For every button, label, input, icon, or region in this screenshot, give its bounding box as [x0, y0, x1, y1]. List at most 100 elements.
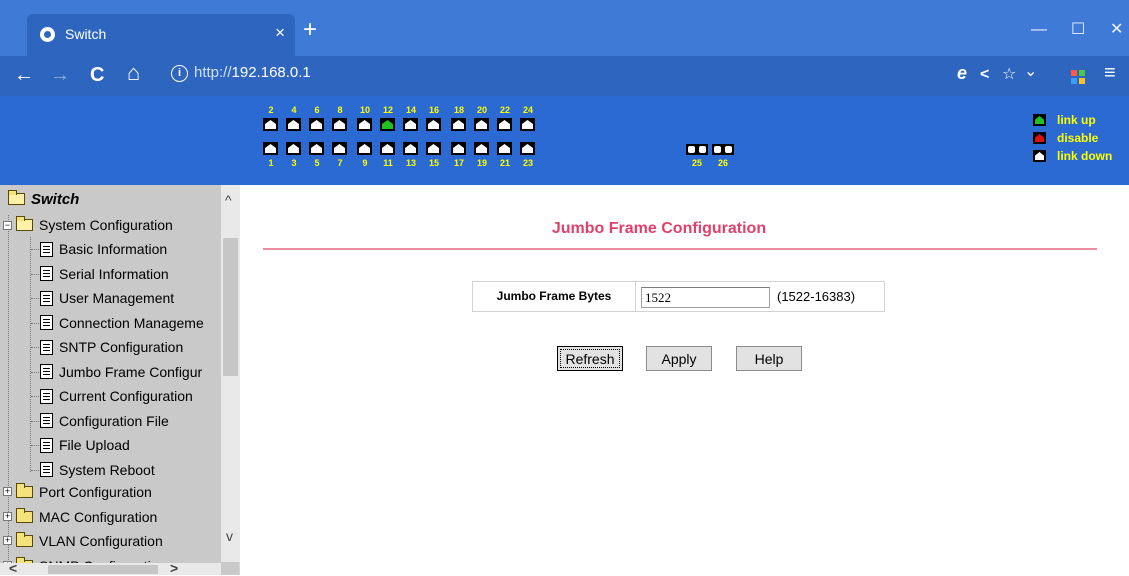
port-13-icon[interactable] — [403, 142, 418, 155]
legend-label: link up — [1057, 113, 1096, 127]
port-11-icon[interactable] — [380, 142, 395, 155]
tree-root[interactable]: Switch — [8, 187, 79, 211]
new-tab-button[interactable]: + — [303, 18, 317, 42]
tab-close-icon[interactable]: × — [275, 23, 285, 43]
port-number-label: 15 — [428, 158, 439, 168]
tree-folder-label: MAC Configuration — [39, 509, 158, 525]
jumbo-frame-form: Jumbo Frame Bytes (1522-16383) — [472, 281, 885, 312]
port-2-icon[interactable] — [263, 118, 278, 131]
scroll-right-icon[interactable]: > — [170, 561, 178, 575]
port-number-label: 6 — [314, 105, 320, 115]
url-field[interactable]: i http://192.168.0.1 — [163, 61, 946, 89]
port-1-icon[interactable] — [263, 142, 278, 155]
combo-port-25-icon[interactable] — [686, 144, 697, 155]
port-4-icon[interactable] — [286, 118, 301, 131]
port-23-icon[interactable] — [520, 142, 535, 155]
tree-item-label: Jumbo Frame Configur — [59, 363, 203, 380]
minimize-button[interactable]: — — [1031, 22, 1047, 38]
tree-item[interactable]: User Management — [40, 286, 174, 310]
folder-open-icon — [16, 216, 33, 231]
combo-port-26-icon[interactable] — [712, 144, 723, 155]
expand-icon[interactable]: + — [3, 487, 12, 496]
back-button[interactable]: ← — [14, 65, 34, 85]
tree-item[interactable]: Serial Information — [40, 262, 169, 286]
tree-folder-label: VLAN Configuration — [39, 533, 163, 549]
port-6-icon[interactable] — [309, 118, 324, 131]
port-12-icon[interactable] — [380, 118, 395, 131]
port-number-label: 14 — [405, 105, 416, 115]
tab-title: Switch — [65, 26, 107, 42]
ie-mode-icon[interactable]: e — [957, 64, 967, 82]
port-19-icon[interactable] — [474, 142, 489, 155]
dropdown-icon[interactable]: ⌄ — [1024, 63, 1037, 81]
port-17-icon[interactable] — [451, 142, 466, 155]
tree-folder-system[interactable]: System Configuration — [16, 213, 173, 237]
star-icon[interactable]: ☆ — [1002, 66, 1016, 84]
tree-folder-label: Port Configuration — [39, 484, 152, 500]
scroll-thumb[interactable] — [48, 565, 158, 574]
combo-port-25-icon[interactable] — [697, 144, 708, 155]
apply-button[interactable]: Apply — [646, 346, 712, 371]
port-3-icon[interactable] — [286, 142, 301, 155]
port-8-icon[interactable] — [332, 118, 347, 131]
extensions-icon[interactable] — [1071, 70, 1085, 84]
tree-item[interactable]: Configuration File — [40, 409, 169, 433]
sidebar-horizontal-scrollbar[interactable]: < > — [0, 561, 221, 575]
reload-button[interactable]: C — [90, 65, 104, 85]
scroll-up-icon[interactable]: ^ — [225, 193, 232, 207]
tree-item[interactable]: Jumbo Frame Configur — [40, 360, 202, 384]
close-window-button[interactable]: ✕ — [1110, 22, 1123, 38]
folder-icon — [16, 532, 33, 547]
folder-icon — [16, 483, 33, 498]
info-icon[interactable]: i — [171, 65, 188, 82]
tree-folder-port[interactable]: Port Configuration — [16, 480, 152, 504]
jumbo-frame-bytes-label: Jumbo Frame Bytes — [473, 282, 636, 311]
port-9-icon[interactable] — [357, 142, 372, 155]
port-5-icon[interactable] — [309, 142, 324, 155]
menu-icon[interactable]: ≡ — [1104, 63, 1116, 83]
expand-icon[interactable]: + — [3, 512, 12, 521]
refresh-button[interactable]: Refresh — [557, 346, 623, 371]
scroll-left-icon[interactable]: < — [9, 561, 17, 575]
jumbo-frame-bytes-input[interactable] — [641, 287, 770, 308]
maximize-button[interactable]: ☐ — [1071, 22, 1085, 38]
port-21-icon[interactable] — [497, 142, 512, 155]
browser-tab[interactable]: Switch × — [27, 14, 295, 56]
port-number-label: 17 — [453, 158, 464, 168]
tree-item[interactable]: SNTP Configuration — [40, 335, 183, 359]
share-icon[interactable]: < — [980, 66, 989, 84]
port-7-icon[interactable] — [332, 142, 347, 155]
port-number-label: 21 — [499, 158, 510, 168]
collapse-icon[interactable]: − — [3, 221, 12, 230]
tree-item[interactable]: Basic Information — [40, 237, 167, 261]
forward-button[interactable]: → — [50, 65, 70, 85]
tree-item[interactable]: Current Configuration — [40, 384, 193, 408]
port-15-icon[interactable] — [426, 142, 441, 155]
tree-folder-vlan[interactable]: VLAN Configuration — [16, 529, 163, 553]
expand-icon[interactable]: + — [3, 536, 12, 545]
tree-item[interactable]: File Upload — [40, 433, 130, 457]
combo-port-26-icon[interactable] — [723, 144, 734, 155]
port-18-icon[interactable] — [451, 118, 466, 131]
port-22-icon[interactable] — [497, 118, 512, 131]
legend-down-icon — [1033, 150, 1046, 162]
port-14-icon[interactable] — [403, 118, 418, 131]
port-number-label: 4 — [291, 105, 297, 115]
sidebar-vertical-scrollbar[interactable]: ^ v — [221, 185, 240, 562]
scroll-down-icon[interactable]: v — [226, 529, 233, 543]
port-16-icon[interactable] — [426, 118, 441, 131]
help-button[interactable]: Help — [736, 346, 802, 371]
tree-folder-label: System Configuration — [39, 217, 173, 233]
port-24-icon[interactable] — [520, 118, 535, 131]
port-10-icon[interactable] — [357, 118, 372, 131]
tree-item-label: Serial Information — [59, 265, 169, 282]
scroll-thumb[interactable] — [223, 238, 238, 376]
tree-folder-mac[interactable]: MAC Configuration — [16, 505, 157, 529]
legend-label: link down — [1057, 149, 1113, 163]
port-number-label: 13 — [405, 158, 416, 168]
tree-item[interactable]: Connection Manageme — [40, 311, 204, 335]
port-20-icon[interactable] — [474, 118, 489, 131]
home-button[interactable]: ⌂ — [127, 62, 140, 84]
tree-item[interactable]: System Reboot — [40, 458, 155, 482]
document-icon — [40, 241, 53, 257]
